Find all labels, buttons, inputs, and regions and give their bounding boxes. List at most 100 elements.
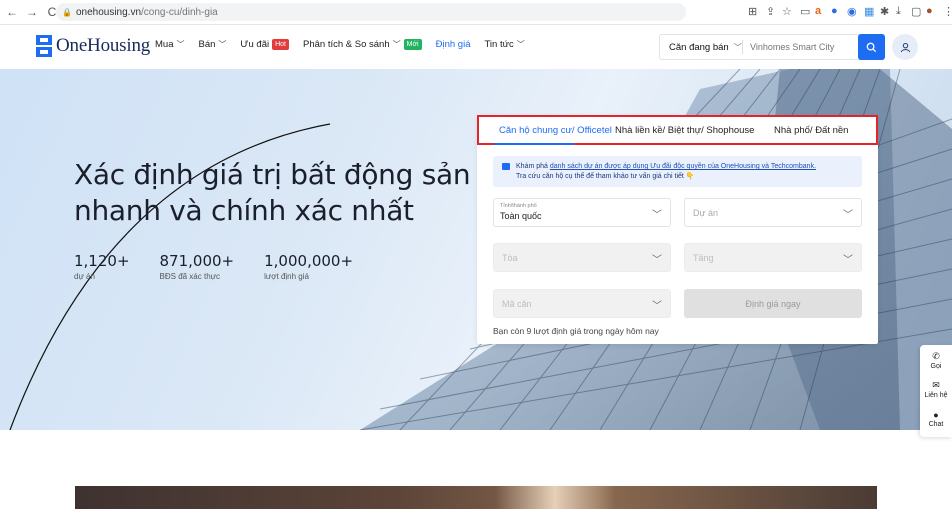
active-tab-indicator [494, 143, 574, 145]
stat-value: 871,000+ [159, 252, 235, 270]
profile-avatar-icon[interactable]: ● [926, 5, 933, 17]
stats-row: 1,120+ dự án 871,000+ BĐS đã xác thực 1,… [74, 252, 383, 281]
menu-item-phan-tich[interactable]: Phân tích & So sánh ﹀ Mới [303, 39, 422, 50]
logo-mark-icon [36, 35, 52, 57]
menu-item-tin-tuc[interactable]: Tin tức ﹀ [484, 39, 524, 50]
notice-line-2: Tra cứu căn hộ cụ thể để tham khảo tư vấ… [516, 173, 695, 180]
site-header: OneHousing Mua ﹀ Bán ﹀ Ưu đãi Hot Phân tích… [0, 25, 952, 69]
sidepanel-icon[interactable]: ▢ [911, 5, 921, 18]
unit-select[interactable]: Mã căn ﹀ [493, 289, 671, 318]
phone-icon: ✆ [932, 351, 940, 361]
chevron-down-icon: ﹀ [652, 301, 662, 312]
valuate-now-button[interactable]: Định giá ngay [684, 289, 862, 318]
chevron-down-icon: ﹀ [176, 40, 185, 49]
translate-icon[interactable]: ⊞ [748, 5, 757, 18]
tab-townhouse-villa[interactable]: Nhà liền kề/ Biệt thự/ Shophouse [615, 125, 754, 136]
contact-label: Liên hệ [924, 392, 948, 399]
building-select[interactable]: Tòa ﹀ [493, 243, 671, 272]
bookmark-star-icon[interactable]: ☆ [782, 5, 792, 18]
account-button[interactable] [892, 34, 918, 60]
stat-label: lượt định giá [264, 272, 309, 281]
menu-label: Ưu đãi [240, 39, 270, 50]
stat-value: 1,000,000+ [264, 252, 354, 270]
banner-light [495, 486, 615, 509]
search-bar: Căn đang bán ﹀ [659, 34, 885, 60]
search-button[interactable] [858, 34, 885, 60]
search-type-label: Căn đang bán [669, 41, 729, 53]
property-type-tabs: Căn hộ chung cư/ Officetel Nhà liền kề/ … [477, 115, 878, 145]
chat-label: Chat [928, 421, 944, 428]
extension-grid-icon[interactable]: ▦ [864, 5, 874, 18]
extension-blue-icon[interactable]: ● [831, 5, 838, 17]
address-bar[interactable]: 🔒 onehousing.vn/cong-cu/dinh-gia [56, 3, 686, 21]
chat-icon: ● [933, 410, 939, 420]
call-label: Gọi [930, 363, 942, 370]
menu-label: Định giá [435, 39, 471, 50]
stat-label: dự án [74, 272, 95, 281]
contact-side-widget: ✆ Gọi ✉ Liên hệ ● Chat [920, 345, 952, 437]
menu-item-ban[interactable]: Bán ﹀ [198, 39, 226, 50]
lock-icon: 🔒 [62, 7, 72, 17]
unit-select-placeholder: Mã căn [502, 299, 532, 309]
url-path: /cong-cu/dinh-gia [141, 6, 218, 18]
hero-section: Xác định giá trị bất động sản nhanh và c… [0, 69, 952, 430]
chevron-down-icon: ﹀ [652, 210, 662, 221]
search-type-dropdown[interactable]: Căn đang bán ﹀ [660, 42, 742, 53]
chat-button[interactable]: ● Chat [920, 410, 952, 428]
browser-menu-icon[interactable]: ⋮ [943, 5, 952, 18]
floor-select[interactable]: Tầng ﹀ [684, 243, 862, 272]
logo[interactable]: OneHousing [36, 35, 150, 57]
forward-button[interactable]: → [24, 5, 40, 19]
extensions-puzzle-icon[interactable]: ✱ [880, 5, 889, 18]
chevron-down-icon: ﹀ [733, 42, 742, 52]
notice-link[interactable]: danh sách dự án được áp dụng Ưu đãi độc … [550, 163, 816, 170]
new-badge: Mới [403, 39, 422, 50]
hero-title-line-2: nhanh và chính xác nhất [74, 194, 414, 227]
building-select-placeholder: Tòa [502, 253, 518, 263]
tab-house-land[interactable]: Nhà phố/ Đất nền [774, 125, 848, 136]
banner-image [75, 486, 877, 509]
valuation-form: Căn hộ chung cư/ Officetel Nhà liền kề/ … [477, 115, 878, 344]
chevron-down-icon: ﹀ [652, 255, 662, 266]
cast-icon[interactable]: ▭ [800, 5, 810, 18]
extension-cloud-icon[interactable]: ◉ [847, 5, 857, 18]
floor-select-placeholder: Tầng [693, 253, 714, 263]
search-icon [866, 42, 877, 52]
chevron-down-icon: ﹀ [392, 40, 401, 49]
stat-projects: 1,120+ dự án [74, 252, 130, 281]
chevron-down-icon: ﹀ [516, 40, 525, 49]
menu-label: Mua [155, 39, 174, 50]
logo-text: OneHousing [56, 35, 151, 56]
download-icon[interactable]: ⤓ [896, 5, 901, 18]
chevron-down-icon: ﹀ [843, 255, 853, 266]
extension-a-icon[interactable]: a [815, 5, 821, 17]
stat-label: BĐS đã xác thực [159, 272, 221, 281]
tab-apartment[interactable]: Căn hộ chung cư/ Officetel [499, 125, 612, 136]
contact-icon: ✉ [932, 380, 940, 390]
browser-toolbar: ← → C 🔒 onehousing.vn/cong-cu/dinh-gia ⊞… [0, 0, 952, 25]
notice-prefix: Khám phá [516, 163, 550, 170]
remaining-valuations-text: Bạn còn 9 lượt định giá trong ngày hôm n… [493, 326, 659, 336]
menu-item-uu-dai[interactable]: Ưu đãi Hot [240, 39, 290, 50]
menu-item-mua[interactable]: Mua ﹀ [155, 39, 184, 50]
chevron-down-icon: ﹀ [218, 40, 227, 49]
chevron-down-icon: ﹀ [843, 210, 853, 221]
stat-valuations: 1,000,000+ lượt định giá [264, 252, 353, 281]
menu-item-dinh-gia[interactable]: Định giá [436, 39, 471, 50]
project-select-placeholder: Dự án [693, 208, 719, 218]
back-button[interactable]: ← [4, 5, 20, 19]
city-select[interactable]: Tỉnh/thành phố Toàn quốc ﹀ [493, 198, 671, 227]
stat-value: 1,120+ [74, 252, 130, 270]
call-button[interactable]: ✆ Gọi [920, 351, 952, 370]
menu-label: Bán [198, 39, 216, 50]
url-domain: onehousing.vn [75, 6, 142, 18]
promo-notice: Khám phá danh sách dự án được áp dụng Ưu… [493, 156, 862, 187]
hot-badge: Hot [272, 39, 290, 50]
hero-title: Xác định giá trị bất động sản nhanh và c… [74, 157, 494, 229]
main-menu: Mua ﹀ Bán ﹀ Ưu đãi Hot Phân tích & So sánh ﹀… [155, 39, 539, 50]
user-icon [900, 42, 910, 52]
project-select[interactable]: Dự án ﹀ [684, 198, 862, 227]
contact-button[interactable]: ✉ Liên hệ [920, 380, 952, 399]
stat-verified: 871,000+ BĐS đã xác thực [160, 252, 235, 281]
share-icon[interactable]: ⇪ [766, 5, 775, 18]
